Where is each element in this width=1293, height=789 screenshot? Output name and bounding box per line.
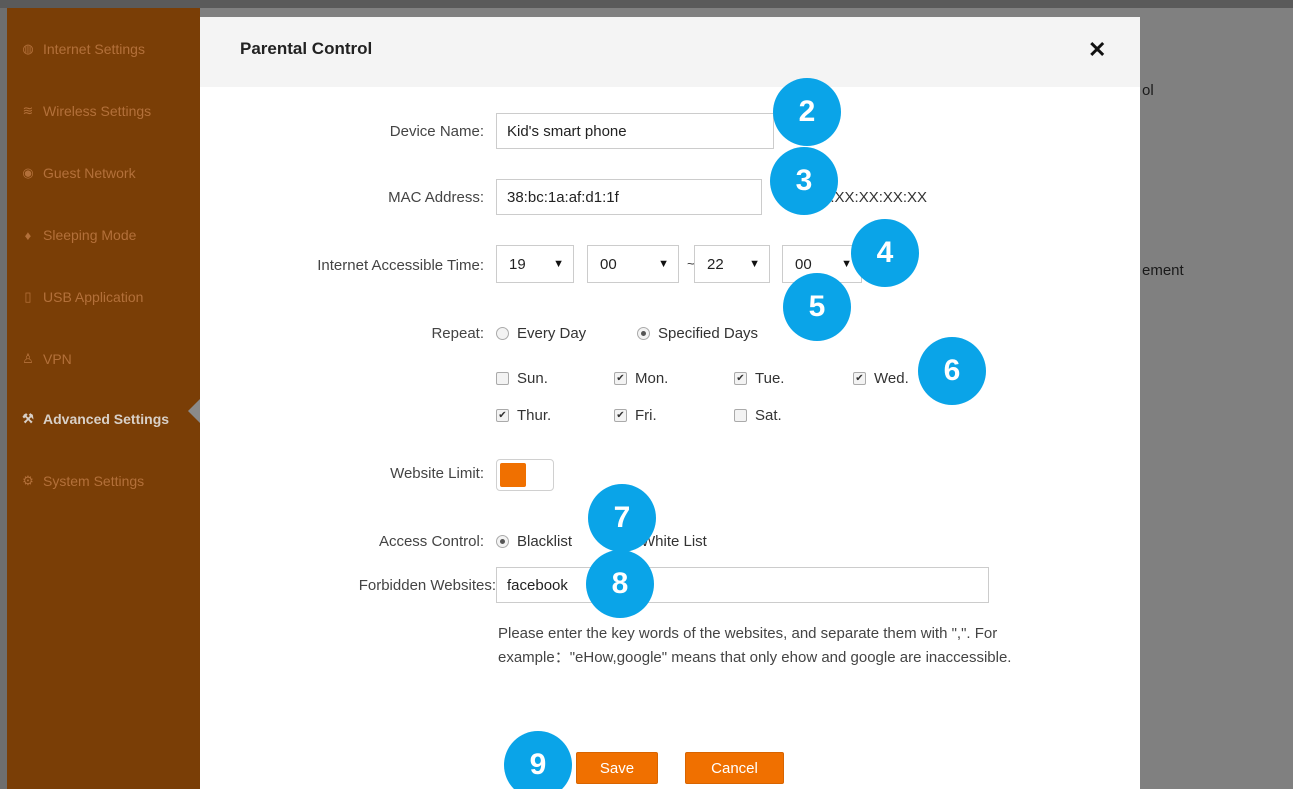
mac-address-label: MAC Address:: [388, 189, 484, 206]
repeat-specified-days-radio[interactable]: Specified Days: [637, 325, 758, 342]
parental-control-dialog: Parental Control ✕ Device Name: MAC Addr…: [200, 17, 1140, 789]
day-label: Wed.: [874, 370, 909, 387]
day-label: Sun.: [517, 370, 548, 387]
day-checkbox-thu[interactable]: ✔ Thur.: [496, 407, 551, 424]
check-icon: ✔: [614, 409, 627, 422]
dialog-title: Parental Control: [240, 39, 373, 58]
cancel-button[interactable]: Cancel: [685, 752, 784, 784]
sidebar-item-sleeping-mode[interactable]: ♦ Sleeping Mode: [19, 220, 209, 250]
chevron-down-icon: ▼: [841, 258, 852, 270]
callout-marker: 8: [586, 550, 654, 618]
globe-icon: ◍: [22, 41, 34, 56]
repeat-every-day-radio[interactable]: Every Day: [496, 325, 586, 342]
day-label: Thur.: [517, 407, 552, 424]
sidebar-item-label: USB Application: [43, 289, 144, 305]
callout-marker: 6: [918, 337, 986, 405]
start-hour-select[interactable]: 19 ▼: [496, 245, 574, 283]
day-checkbox-sun[interactable]: Sun.: [496, 370, 548, 387]
callout-marker: 3: [770, 147, 838, 215]
callout-marker: 4: [851, 219, 919, 287]
forbidden-websites-help-text: Please enter the key words of the websit…: [498, 625, 1012, 666]
sidebar-item-internet-settings[interactable]: ◍ Internet Settings: [19, 34, 209, 64]
background-text-fragment: ol: [1142, 82, 1154, 99]
sidebar-item-wireless-settings[interactable]: ≋ Wireless Settings: [19, 96, 209, 126]
blacklist-radio[interactable]: Blacklist: [496, 533, 572, 550]
close-icon[interactable]: ✕: [1088, 37, 1106, 63]
wrench-icon: ⚒: [22, 411, 34, 426]
start-minute-select[interactable]: 00 ▼: [587, 245, 679, 283]
background-text-fragment: ement: [1142, 262, 1184, 279]
forbidden-websites-label: Forbidden Websites:: [358, 577, 496, 594]
gear-icon: ⚙: [22, 473, 34, 488]
end-hour-select[interactable]: 22 ▼: [694, 245, 770, 283]
day-label: Tue.: [755, 370, 785, 387]
sidebar-item-usb-application[interactable]: ▯ USB Application: [19, 282, 209, 312]
chevron-down-icon: ▼: [553, 258, 564, 270]
website-limit-toggle[interactable]: [496, 459, 554, 491]
radio-label: Blacklist: [517, 533, 573, 550]
check-icon: ✔: [614, 372, 627, 385]
checkbox-box: [734, 409, 747, 422]
chevron-down-icon: ▼: [749, 258, 760, 270]
active-item-pointer: [188, 399, 200, 423]
vpn-icon: ♙: [22, 351, 34, 366]
callout-marker: 2: [773, 78, 841, 146]
website-limit-label: Website Limit:: [390, 465, 484, 482]
radio-label: Every Day: [517, 325, 587, 342]
wifi-icon: ≋: [22, 103, 34, 118]
toggle-on-indicator: [500, 463, 526, 487]
guest-icon: ◉: [22, 165, 34, 180]
start-minute-value: 00: [600, 255, 617, 273]
sidebar-item-vpn[interactable]: ♙ VPN: [19, 344, 209, 374]
callout-marker: 5: [783, 273, 851, 341]
end-minute-value: 00: [795, 255, 812, 273]
sidebar-item-guest-network[interactable]: ◉ Guest Network: [19, 158, 209, 188]
day-checkbox-wed[interactable]: ✔ Wed.: [853, 370, 909, 387]
day-label: Fri.: [635, 407, 657, 424]
bulb-icon: ♦: [24, 227, 32, 243]
sidebar-item-label: Guest Network: [43, 165, 136, 181]
sidebar-item-advanced-settings[interactable]: ⚒ Advanced Settings: [19, 404, 209, 434]
mac-address-input[interactable]: [496, 179, 762, 215]
background-topbar: [0, 0, 1293, 8]
start-hour-value: 19: [509, 255, 526, 273]
sidebar-item-label: VPN: [43, 351, 72, 367]
radio-dot: [637, 327, 650, 340]
access-control-label: Access Control:: [378, 533, 484, 550]
checkbox-box: [496, 372, 509, 385]
check-icon: ✔: [853, 372, 866, 385]
check-icon: ✔: [496, 409, 509, 422]
radio-dot: [496, 535, 509, 548]
end-hour-value: 22: [707, 255, 724, 273]
sidebar-item-label: Wireless Settings: [43, 103, 152, 119]
sidebar-item-label: Internet Settings: [43, 41, 145, 57]
check-icon: ✔: [734, 372, 747, 385]
sidebar-item-label: Advanced Settings: [43, 411, 170, 427]
radio-label: Specified Days: [658, 325, 759, 342]
chevron-down-icon: ▼: [658, 258, 669, 270]
day-label: Sat.: [755, 407, 782, 424]
sidebar-item-label: Sleeping Mode: [43, 227, 137, 243]
day-checkbox-mon[interactable]: ✔ Mon.: [614, 370, 668, 387]
day-checkbox-fri[interactable]: ✔ Fri.: [614, 407, 657, 424]
day-checkbox-sat[interactable]: Sat.: [734, 407, 782, 424]
repeat-label: Repeat:: [431, 325, 484, 342]
device-name-label: Device Name:: [389, 123, 484, 140]
dialog-header: Parental Control ✕: [200, 17, 1140, 87]
device-name-input[interactable]: [496, 113, 774, 149]
callout-marker: 7: [588, 484, 656, 552]
day-checkbox-tue[interactable]: ✔ Tue.: [734, 370, 784, 387]
day-label: Mon.: [635, 370, 669, 387]
accessible-time-label: Internet Accessible Time:: [317, 257, 484, 274]
forbidden-websites-input[interactable]: [496, 567, 989, 603]
save-button[interactable]: Save: [576, 752, 658, 784]
usb-icon: ▯: [24, 289, 32, 304]
radio-dot: [496, 327, 509, 340]
